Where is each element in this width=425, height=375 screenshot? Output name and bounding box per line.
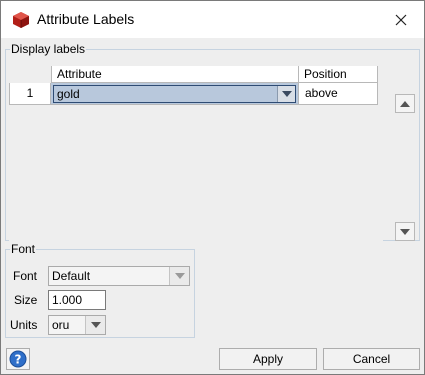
- window-title: Attribute Labels: [37, 11, 135, 27]
- table-row[interactable]: 1 gold above: [9, 83, 378, 105]
- units-select[interactable]: oru: [48, 315, 106, 335]
- labels-table: Attribute Position 1 gold above: [9, 66, 383, 246]
- arrow-up-icon: [400, 100, 410, 107]
- column-header-attribute[interactable]: Attribute: [51, 66, 299, 83]
- display-labels-group: Display labels Attribute Position 1 gold: [5, 42, 420, 246]
- chevron-down-icon[interactable]: [169, 267, 189, 285]
- display-labels-legend: Display labels: [11, 42, 86, 56]
- column-header-position[interactable]: Position: [298, 66, 378, 83]
- help-button[interactable]: ?: [6, 348, 30, 370]
- font-label: Font: [13, 269, 38, 283]
- apply-button[interactable]: Apply: [219, 348, 317, 370]
- close-icon: [395, 14, 407, 25]
- chevron-down-icon[interactable]: [85, 316, 105, 334]
- font-value: Default: [52, 269, 91, 283]
- size-label: Size: [14, 293, 38, 307]
- units-label: Units: [10, 318, 38, 332]
- move-up-button[interactable]: [395, 94, 415, 113]
- title-bar: Attribute Labels: [1, 1, 424, 38]
- units-value: oru: [52, 318, 70, 332]
- position-cell[interactable]: above: [299, 83, 378, 105]
- attribute-select[interactable]: gold: [53, 85, 296, 103]
- close-button[interactable]: [378, 1, 424, 38]
- font-group: Font Font Default Size 1.000 Units oru: [5, 242, 195, 338]
- attribute-labels-dialog: Attribute Labels Display labels Attribut…: [0, 0, 425, 375]
- dialog-content: Display labels Attribute Position 1 gold: [1, 38, 424, 374]
- cancel-button[interactable]: Cancel: [323, 348, 420, 370]
- svg-text:?: ?: [15, 353, 22, 367]
- help-icon: ?: [9, 350, 27, 368]
- attribute-value: gold: [57, 87, 80, 101]
- font-legend: Font: [11, 242, 36, 256]
- attribute-cell[interactable]: gold: [51, 83, 299, 105]
- size-input[interactable]: 1.000: [48, 290, 106, 310]
- arrow-down-icon: [400, 228, 410, 235]
- ruby-cube-icon: [12, 11, 30, 29]
- row-index: 1: [9, 83, 51, 105]
- move-down-button[interactable]: [395, 222, 415, 241]
- chevron-down-icon[interactable]: [277, 86, 295, 102]
- font-select[interactable]: Default: [48, 266, 190, 286]
